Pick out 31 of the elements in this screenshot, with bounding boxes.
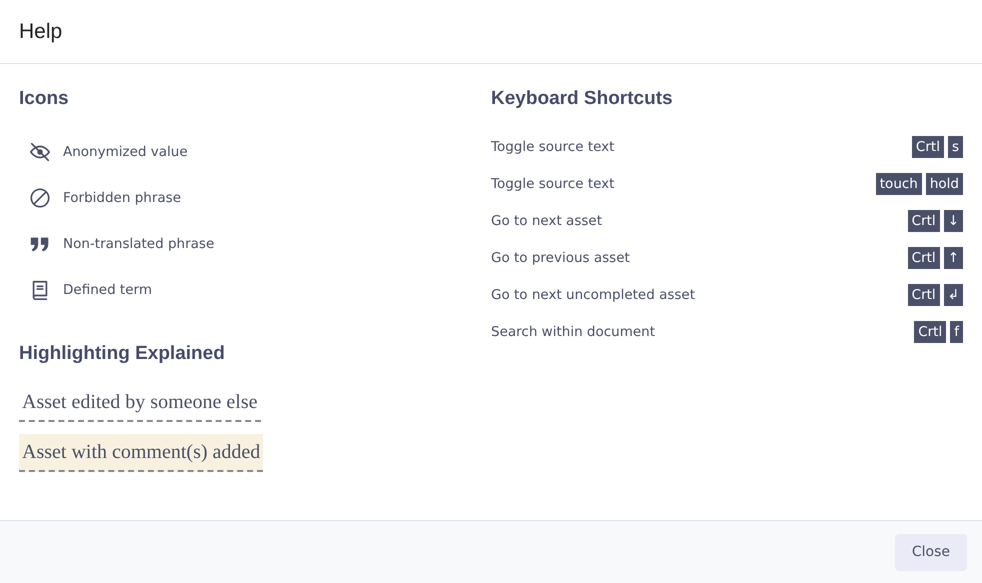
commented-asset-sample: Asset with comment(s) added — [19, 434, 264, 472]
icon-label: Forbidden phrase — [63, 188, 181, 208]
key-badge: Crtl — [914, 321, 946, 344]
key-badge: Crtl — [908, 284, 940, 306]
icon-label: Defined term — [63, 280, 152, 300]
key-badge: ↓ — [944, 210, 963, 232]
close-button[interactable]: Close — [894, 534, 967, 570]
key-badge: ↲ — [944, 284, 963, 306]
icon-label: Non-translated phrase — [63, 234, 214, 254]
key-badge: f — [950, 321, 963, 344]
section-title: Highlighting Explained — [19, 342, 226, 366]
section-title: Icons — [19, 88, 70, 111]
shortcut-label: Go to next uncompleted asset — [491, 286, 696, 306]
key-badge: s — [948, 136, 963, 158]
key-badge: Crtl — [908, 247, 940, 270]
key-badge: Crtl — [908, 210, 940, 232]
shortcut-label: Go to previous asset — [491, 249, 630, 268]
key-badge: touch — [876, 173, 922, 196]
eye-off-icon — [29, 140, 51, 163]
shortcut-label: Toggle source text — [491, 138, 614, 158]
key-badge: ↑ — [944, 247, 963, 270]
shortcut-label: Go to next asset — [491, 212, 602, 232]
edited-asset-sample: Asset edited by someone else — [19, 384, 260, 422]
key-badge: hold — [926, 173, 963, 196]
forbidden-icon — [29, 186, 51, 209]
shortcut-label: Toggle source text — [491, 175, 614, 194]
dialog-title: Help — [19, 18, 62, 44]
section-title: Keyboard Shortcuts — [491, 88, 674, 111]
icon-label: Anonymized value — [63, 142, 188, 162]
key-badge: Crtl — [912, 136, 944, 158]
shortcut-label: Search within document — [491, 323, 656, 342]
